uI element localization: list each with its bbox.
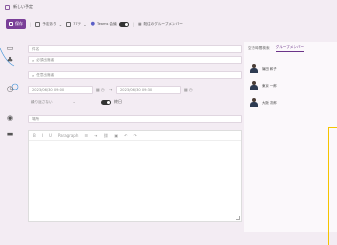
avatar (250, 64, 258, 73)
group-label: 既往のグループメンバー (143, 21, 183, 26)
teams-meeting-toggle[interactable]: ● Teams 会議 (91, 19, 129, 29)
toolbar: 保存 | 予定あり ⌄ 77テ ⌄ ● Teams 会議 | ▦ 既往のグループ… (0, 14, 337, 34)
editor-toolbar: B I U Paragraph ☰ ⇥ ⛓ ▣ ↶ ↷ (29, 131, 241, 141)
redo-button[interactable]: ↷ (134, 133, 137, 138)
arrow-icon: → (109, 87, 113, 92)
title-bar: 新しい予定 (0, 0, 337, 14)
note-icon: ▭ (6, 44, 14, 52)
event-editor-window: 新しい予定 保存 | 予定あり ⌄ 77テ ⌄ ● Teams 会議 | ▦ 既… (0, 0, 337, 245)
chevron-down-icon: ⌄ (72, 100, 76, 104)
toolbar-divider: | (132, 21, 135, 27)
member-item[interactable]: 篠田 和子 (244, 60, 337, 77)
people-icon: ♣ (6, 56, 14, 64)
tab-group-members[interactable]: グループメンバー (275, 45, 305, 52)
image-button[interactable]: ▣ (114, 133, 118, 138)
side-panel: 空き時間検索 グループメンバー 篠田 和子 東京 一郎 大阪 次郎 (244, 42, 337, 232)
side-tabs: 空き時間検索 グループメンバー (244, 42, 337, 54)
member-item[interactable]: 東京 一郎 (244, 77, 337, 94)
location-icon: ◉ (6, 114, 14, 122)
toggle-switch[interactable] (118, 21, 129, 27)
indent-button[interactable]: ⇥ (94, 133, 97, 138)
end-datetime-input[interactable]: 2023/06/30 09:30 (116, 86, 181, 94)
start-datetime-input[interactable]: 2023/06/30 09:00 (28, 86, 93, 94)
calendar-icon (5, 4, 10, 10)
clock-icon: ◷ (6, 85, 14, 93)
calendar-icon[interactable]: ▦ ◷ (184, 87, 193, 92)
allday-label: 終日 (114, 99, 122, 104)
timezone-button[interactable]: 77テ ⌄ (66, 19, 87, 29)
teams-label: Teams 会議 (97, 21, 117, 26)
status-icon (35, 21, 41, 27)
event-type-dropdown[interactable]: 予定あり ⌄ (35, 19, 62, 29)
undo-button[interactable]: ↶ (124, 133, 127, 138)
calendar-icon[interactable]: ▦ ◷ (96, 87, 105, 92)
member-name: 大阪 次郎 (262, 101, 277, 105)
required-attendees-input[interactable]: ⌕ 必須出席者 (28, 56, 242, 64)
save-icon (9, 22, 13, 26)
member-name: 東京 一郎 (262, 84, 277, 88)
chevron-down-icon: ⌄ (83, 21, 87, 27)
rich-text-editor[interactable]: B I U Paragraph ☰ ⇥ ⛓ ▣ ↶ ↷ (28, 130, 242, 222)
avatar (250, 98, 258, 107)
event-type-label: 予定あり (42, 21, 57, 26)
repeat-dropdown[interactable]: 繰り返さない ⌄ (28, 98, 88, 106)
optional-attendees-input[interactable]: ⌕ 任意出席者 (28, 71, 242, 79)
member-item[interactable]: 大阪 次郎 (244, 94, 337, 111)
group-members-button[interactable]: ▦ 既往のグループメンバー (138, 19, 183, 29)
title-input[interactable]: 件名 (28, 45, 242, 53)
italic-button[interactable]: I (42, 133, 43, 138)
underline-button[interactable]: U (49, 133, 52, 138)
save-button[interactable]: 保存 (6, 19, 26, 29)
highlight-box (328, 127, 337, 245)
link-button[interactable]: ⛓ (103, 133, 108, 138)
save-label: 保存 (15, 21, 23, 26)
clock-icon (66, 21, 72, 27)
teams-icon: ● (90, 21, 95, 27)
group-icon: ▦ (138, 22, 142, 26)
avatar (250, 81, 258, 90)
window-title: 新しい予定 (13, 4, 33, 9)
location-input[interactable]: 場所 (28, 115, 242, 123)
tab-free-time[interactable]: 空き時間検索 (248, 46, 270, 51)
bold-button[interactable]: B (33, 133, 36, 138)
search-icon: ⌕ (32, 72, 35, 78)
paragraph-format-dropdown[interactable]: Paragraph (58, 133, 79, 138)
notes-icon: ▬ (6, 130, 14, 138)
list-button[interactable]: ☰ (84, 133, 88, 138)
chevron-down-icon: ⌄ (58, 21, 63, 27)
resize-handle[interactable] (236, 216, 240, 220)
event-form: ▭ 件名 ♣ ⌕ 必須出席者 ⌕ 任意出席者 ◷ 2023/06/30 09:0… (6, 40, 242, 230)
search-icon: ⌕ (32, 57, 35, 63)
toolbar-divider: | (30, 21, 32, 27)
timezone-label: 77テ (73, 21, 82, 26)
allday-toggle[interactable] (101, 100, 111, 105)
member-name: 篠田 和子 (262, 67, 277, 71)
